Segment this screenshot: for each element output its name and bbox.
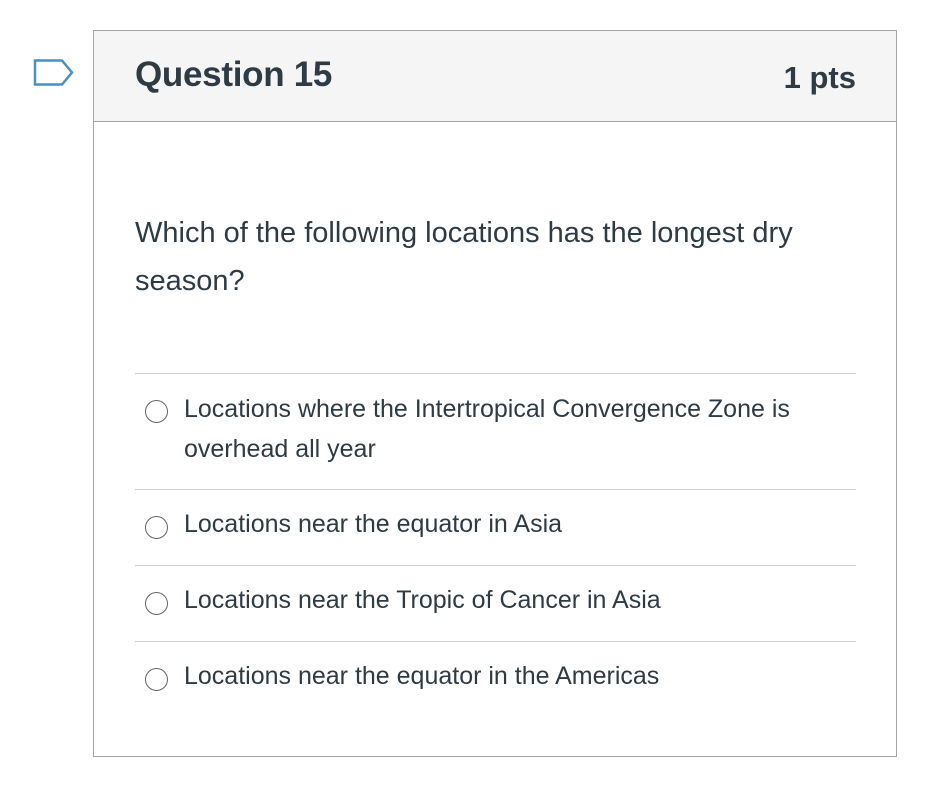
question-text: Which of the following locations has the… bbox=[135, 217, 793, 297]
question-title: Question 15 bbox=[135, 55, 333, 94]
answer-option-3[interactable]: Locations near the Tropic of Cancer in A… bbox=[135, 566, 856, 642]
answer-label: Locations where the Intertropical Conver… bbox=[184, 395, 790, 463]
answer-label: Locations near the equator in Asia bbox=[184, 510, 563, 538]
question-points: 1 pts bbox=[783, 60, 856, 95]
answer-option-1[interactable]: Locations where the Intertropical Conver… bbox=[135, 374, 856, 490]
answer-option-4[interactable]: Locations near the equator in the Americ… bbox=[135, 642, 856, 718]
answer-option-2[interactable]: Locations near the equator in Asia bbox=[135, 490, 856, 566]
answer-label: Locations near the Tropic of Cancer in A… bbox=[184, 586, 661, 614]
radio-button[interactable] bbox=[145, 668, 168, 691]
radio-button[interactable] bbox=[145, 592, 168, 615]
answer-list: Locations where the Intertropical Conver… bbox=[135, 373, 856, 718]
answer-label: Locations near the equator in the Americ… bbox=[184, 662, 660, 690]
question-header: Question 15 1 pts bbox=[94, 31, 896, 122]
question-card: Question 15 1 pts Which of the following… bbox=[93, 30, 897, 757]
radio-button[interactable] bbox=[145, 516, 168, 539]
flag-question-icon[interactable] bbox=[32, 58, 76, 92]
flag-outline-icon bbox=[33, 59, 74, 86]
radio-button[interactable] bbox=[145, 400, 168, 423]
